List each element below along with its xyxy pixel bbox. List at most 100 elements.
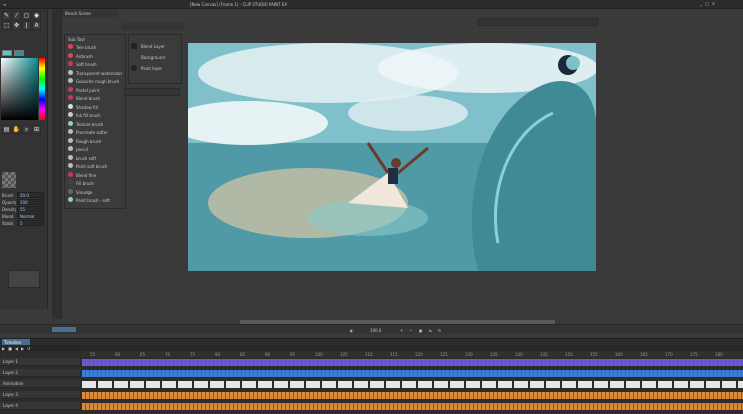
minimize-icon[interactable]: _ xyxy=(700,1,702,8)
property-row[interactable]: Blend Normal xyxy=(2,213,44,219)
brush-list-item[interactable]: brush soft xyxy=(67,154,125,162)
brush-color-icon xyxy=(68,44,73,49)
stop-icon[interactable]: ■ xyxy=(8,346,12,351)
menu-icon[interactable]: ≡ xyxy=(3,2,6,7)
brush-name: Paint soft brush xyxy=(76,164,108,169)
brush-list-item[interactable]: Shadow fill xyxy=(67,103,125,111)
brush-color-icon xyxy=(68,163,73,168)
brush-list-item[interactable]: Texture brush xyxy=(67,120,125,128)
timeline-track-label[interactable]: Layer 2 xyxy=(0,369,80,377)
timeline-track[interactable] xyxy=(82,359,743,366)
fill-icon[interactable]: ◆ xyxy=(32,11,41,20)
timeline-track-label[interactable]: Layer 1 xyxy=(0,358,80,366)
navigator-tab[interactable] xyxy=(478,18,598,26)
zoom-in-icon[interactable]: + xyxy=(400,328,403,333)
move-icon[interactable]: ✥ xyxy=(12,21,21,30)
brush-color-icon xyxy=(68,78,73,83)
fit-icon[interactable]: ▣ xyxy=(419,328,423,333)
brush-list-item[interactable]: Procreate softer xyxy=(67,128,125,136)
color-picker[interactable] xyxy=(1,58,38,120)
brush-list-item[interactable]: Gouache rough brush xyxy=(67,77,125,85)
timeline-track[interactable] xyxy=(82,392,743,399)
drawing-canvas[interactable] xyxy=(188,43,596,271)
zoom-icon[interactable]: ⌕ xyxy=(22,125,31,134)
brush-list-item[interactable]: Soft brush xyxy=(67,60,125,68)
timeline-track[interactable] xyxy=(82,403,743,410)
selection-icon[interactable]: ⬚ xyxy=(2,21,11,30)
brush-list-item[interactable]: pencil xyxy=(67,145,125,153)
ruler-mark: 140 xyxy=(515,352,523,357)
layer-row[interactable]: Blend Layer xyxy=(141,44,165,49)
brush-list-item[interactable]: Paint brush - soft xyxy=(67,196,125,204)
property-row[interactable]: Density 55 xyxy=(2,206,44,212)
brush-color-icon xyxy=(68,146,73,151)
ruler-mark: 55 xyxy=(90,352,96,357)
brush-list-item[interactable]: Tele brush xyxy=(67,43,125,51)
brush-name: Rough brush xyxy=(76,138,102,144)
tool-property-box[interactable] xyxy=(8,270,40,288)
ruler-mark: 115 xyxy=(390,352,398,357)
timeline-track-label[interactable]: Layer 3 xyxy=(0,391,80,399)
property-row[interactable]: Stabil. 5 xyxy=(2,220,44,226)
next-frame-icon[interactable]: ▶ xyxy=(21,346,24,351)
layer-row[interactable]: Paint layer xyxy=(141,66,162,71)
prev-frame-icon[interactable]: ◀ xyxy=(15,346,18,351)
brush-preview xyxy=(2,172,16,188)
ruler-mark: 60 xyxy=(115,352,121,357)
eyedropper-icon[interactable]: ǀ xyxy=(22,21,31,30)
brush-name: Fill brush xyxy=(76,181,94,186)
rotate-right-icon[interactable]: ↻ xyxy=(438,328,441,333)
timeline-track-label[interactable]: Layer 4 xyxy=(0,402,80,410)
text-icon[interactable]: A xyxy=(32,21,41,30)
status-tab[interactable] xyxy=(52,327,76,332)
rotate-left-icon[interactable]: ◐ xyxy=(350,328,354,333)
brush-name: Tele brush xyxy=(76,45,97,50)
sub-color-swatch[interactable] xyxy=(14,50,24,56)
timeline-track[interactable] xyxy=(82,381,743,388)
brush-list-item[interactable]: Paint soft brush xyxy=(67,162,125,170)
brush-color-icon xyxy=(68,120,73,126)
brush-icon[interactable]: ⁄ xyxy=(12,11,21,20)
brush-list-item[interactable]: Pastel paint xyxy=(67,86,125,94)
layer-thumbnail xyxy=(131,65,137,71)
brush-list-item[interactable]: Smudge xyxy=(67,188,125,196)
brush-panel: Sub Tool Tele brush Airbrush Soft brush Tra… xyxy=(64,34,126,209)
ruler-icon[interactable]: ⊞ xyxy=(32,125,41,134)
timeline-track-label[interactable]: Animation xyxy=(0,380,80,388)
flip-icon[interactable]: ⇆ xyxy=(429,328,432,333)
brush-list-item[interactable]: Transparent watercolor xyxy=(67,69,125,77)
zoom-value[interactable]: 100.0 xyxy=(370,328,381,333)
timeline-ruler[interactable]: 55 60 65 70 75 80 85 90 95 100 105 110 115 120 125 130 1… xyxy=(82,351,743,357)
ruler-mark: 100 xyxy=(315,352,323,357)
brush-list-item[interactable]: Airbrush xyxy=(67,52,125,60)
zoom-out-icon[interactable]: − xyxy=(409,328,412,333)
brush-list-item[interactable]: Ink fill brush xyxy=(67,111,125,119)
brush-list-item[interactable]: Blend fine xyxy=(67,171,125,179)
canvas-artwork xyxy=(188,43,596,271)
brush-name: Blend brush xyxy=(76,96,100,101)
brush-name: Procreate softer xyxy=(76,130,108,135)
brush-list-item[interactable]: Rough brush xyxy=(67,137,125,145)
property-row[interactable]: Brush 20.0 xyxy=(2,192,44,198)
panel-tab[interactable] xyxy=(122,23,184,30)
timeline-track[interactable] xyxy=(82,370,743,377)
play-icon[interactable]: ▶ xyxy=(2,346,5,351)
property-row[interactable]: Opacity 100 xyxy=(2,199,44,205)
canvas-tab[interactable]: Beach Scene xyxy=(62,10,118,17)
ruler-mark: 125 xyxy=(440,352,448,357)
main-color-swatch[interactable] xyxy=(2,50,12,56)
ruler-mark: 165 xyxy=(640,352,648,357)
layer-row[interactable]: Background xyxy=(141,55,165,60)
hue-slider[interactable] xyxy=(39,58,45,120)
brush-list-item[interactable]: Fill brush xyxy=(67,179,125,187)
tool-grid-2: ▤ ✋ ⌕ ⊞ xyxy=(2,125,46,134)
brush-list-item[interactable]: Blend brush xyxy=(67,94,125,102)
gradient-icon[interactable]: ▤ xyxy=(2,125,11,134)
pen-icon[interactable]: ✎ xyxy=(2,11,11,20)
eraser-icon[interactable]: ◻ xyxy=(22,11,31,20)
brush-color-icon xyxy=(68,69,73,75)
close-icon[interactable]: ✕ xyxy=(712,1,715,8)
hand-icon[interactable]: ✋ xyxy=(12,125,21,134)
maximize-icon[interactable]: ▢ xyxy=(705,1,709,8)
loop-icon[interactable]: ↺ xyxy=(27,346,30,351)
